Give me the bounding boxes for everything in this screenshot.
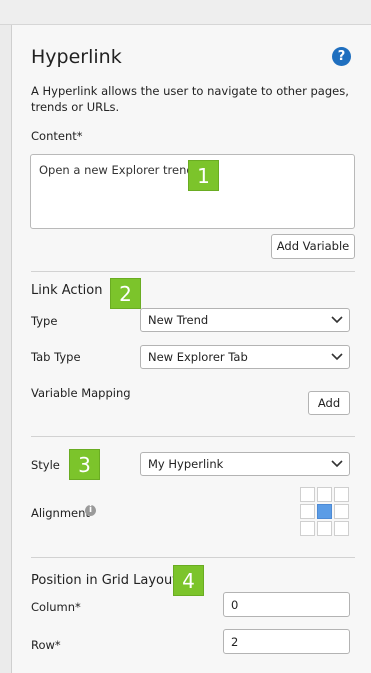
- position-title: Position in Grid Layout: [31, 573, 178, 588]
- style-select-value: My Hyperlink: [148, 457, 224, 471]
- type-label: Type: [31, 314, 58, 328]
- panel-description: A Hyperlink allows the user to navigate …: [31, 84, 349, 114]
- alignment-cell-middle-right[interactable]: [334, 504, 349, 519]
- add-variable-button[interactable]: Add Variable: [271, 234, 355, 259]
- callout-badge-1: 1: [188, 160, 219, 191]
- row-input[interactable]: 2: [223, 629, 350, 654]
- style-label: Style: [31, 458, 60, 472]
- divider: [31, 557, 355, 558]
- panel-title: Hyperlink: [31, 46, 122, 68]
- divider: [31, 436, 355, 437]
- alignment-cell-bottom-right[interactable]: [334, 521, 349, 536]
- alignment-cell-bottom-left[interactable]: [300, 521, 315, 536]
- alignment-cell-middle-left[interactable]: [300, 504, 315, 519]
- column-input[interactable]: 0: [223, 592, 350, 617]
- alignment-cell-bottom-center[interactable]: [317, 521, 332, 536]
- tab-type-select[interactable]: New Explorer Tab: [140, 345, 350, 369]
- alignment-cell-top-center[interactable]: [317, 487, 332, 502]
- callout-badge-4: 4: [173, 565, 204, 596]
- chevron-down-icon: [331, 460, 343, 468]
- tab-type-label: Tab Type: [31, 350, 81, 364]
- callout-badge-2: 2: [110, 278, 141, 309]
- alignment-label: Alignment: [31, 506, 90, 520]
- alignment-cell-top-left[interactable]: [300, 487, 315, 502]
- divider: [31, 271, 355, 272]
- alignment-grid: [300, 487, 350, 537]
- hyperlink-properties-panel: Hyperlink ? A Hyperlink allows the user …: [12, 25, 371, 673]
- add-mapping-button[interactable]: Add: [308, 391, 350, 415]
- callout-badge-3: 3: [69, 449, 100, 480]
- content-label: Content*: [31, 129, 83, 143]
- type-select[interactable]: New Trend: [140, 308, 350, 332]
- alignment-cell-top-right[interactable]: [334, 487, 349, 502]
- tab-type-select-value: New Explorer Tab: [148, 350, 248, 364]
- chevron-down-icon: [331, 316, 343, 324]
- info-icon[interactable]: i: [85, 505, 96, 516]
- column-label: Column*: [31, 600, 81, 614]
- top-bar: [0, 0, 371, 25]
- chevron-down-icon: [331, 353, 343, 361]
- variable-mapping-label: Variable Mapping: [31, 386, 131, 400]
- alignment-cell-middle-center[interactable]: [317, 504, 332, 519]
- link-action-title: Link Action: [31, 283, 103, 298]
- help-icon[interactable]: ?: [332, 47, 351, 66]
- left-edge-strip: [0, 25, 12, 673]
- style-select[interactable]: My Hyperlink: [140, 452, 350, 476]
- row-label: Row*: [31, 638, 61, 652]
- type-select-value: New Trend: [148, 313, 209, 327]
